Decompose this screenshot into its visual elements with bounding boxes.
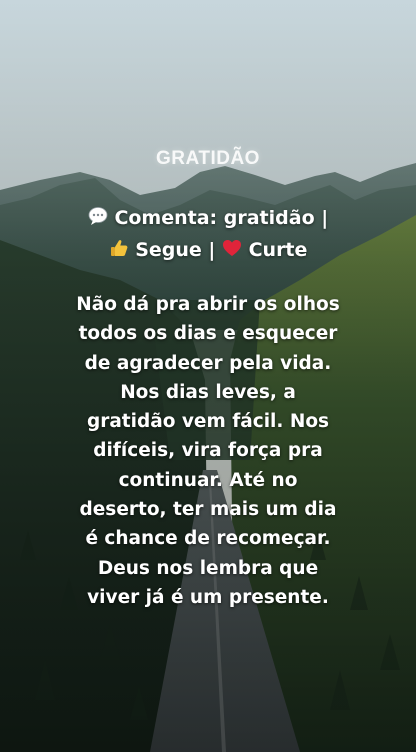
follow-cta-label: Segue | [135, 239, 216, 261]
call-to-action: Comenta: gratidão | Segue | Curte [0, 203, 416, 267]
message-line: Deus nos lembra que [97, 557, 319, 579]
cta-line-2: Segue | Curte [0, 235, 416, 267]
thumbs-up-icon [109, 237, 129, 267]
speech-bubble-icon [88, 205, 108, 235]
comment-cta-label: Comenta: gratidão | [114, 207, 329, 229]
message-line: deserto, ter mais um dia [79, 499, 337, 521]
message-line: difíceis, vira força pra [93, 440, 323, 462]
message-text: Não dá pra abrir os olhos todos os dias … [48, 290, 368, 612]
like-cta-label: Curte [248, 239, 308, 261]
cta-line-1: Comenta: gratidão | [0, 203, 416, 235]
story-screen: GRATIDÃO Comenta: gratidão | Segue | Cur… [0, 0, 416, 752]
post-title: GRATIDÃO [156, 148, 260, 169]
red-heart-icon [222, 237, 242, 267]
message-line: todos os dias e esquecer [78, 323, 338, 345]
message-line: gratidão vem fácil. Nos [86, 411, 330, 433]
message-line: continuar. Até no [118, 469, 298, 491]
message-line: Não dá pra abrir os olhos [76, 294, 340, 315]
message-line: é chance de recomeçar. [85, 528, 331, 550]
message-line: de agradecer pela vida. [84, 352, 332, 374]
message-line: viver já é um presente. [87, 586, 329, 608]
message-line: Nos dias leves, a [120, 381, 296, 403]
